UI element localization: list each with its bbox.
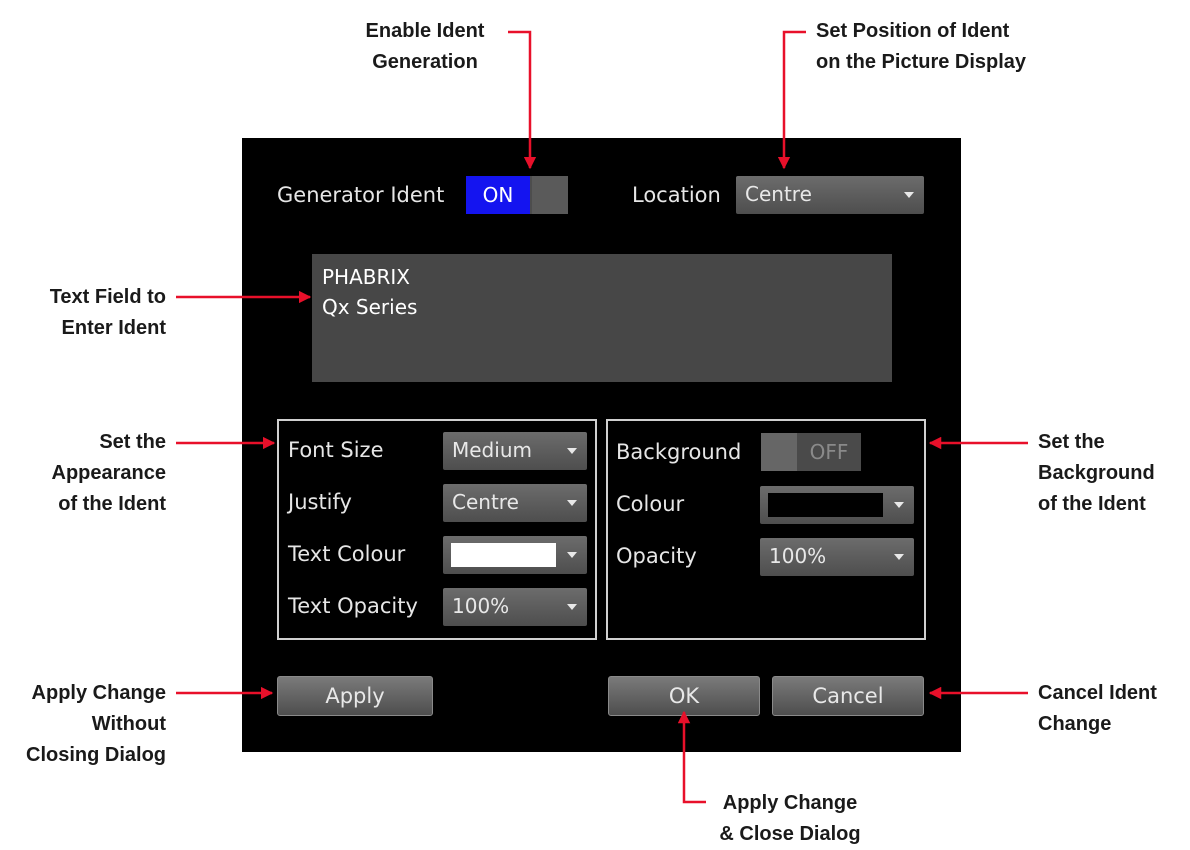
chevron-down-icon bbox=[904, 192, 914, 198]
opacity-label: Opacity bbox=[616, 544, 697, 568]
callout-background: Set the Background of the Ident bbox=[1038, 427, 1188, 520]
ident-dialog: Generator Ident ON Location Centre PHABR… bbox=[242, 138, 961, 752]
apply-button[interactable]: Apply bbox=[277, 676, 433, 716]
callout-text: of the Ident bbox=[1038, 493, 1146, 515]
callout-text: Enable Ident bbox=[365, 20, 485, 42]
location-value: Centre bbox=[745, 182, 812, 206]
text-colour-dropdown[interactable] bbox=[443, 536, 587, 574]
background-toggle[interactable]: OFF bbox=[761, 433, 861, 471]
text-opacity-label: Text Opacity bbox=[288, 594, 418, 618]
location-dropdown[interactable]: Centre bbox=[736, 176, 924, 214]
callout-text: Change bbox=[1038, 713, 1112, 735]
callout-text: Apply Change bbox=[722, 792, 858, 814]
location-label: Location bbox=[632, 183, 721, 207]
chevron-down-icon bbox=[894, 554, 904, 560]
callout-text-field: Text Field to Enter Ident bbox=[0, 282, 166, 344]
background-opacity-dropdown[interactable]: 100% bbox=[760, 538, 914, 576]
callout-text: Set the bbox=[1038, 431, 1105, 453]
chevron-down-icon bbox=[567, 604, 577, 610]
font-size-dropdown[interactable]: Medium bbox=[443, 432, 587, 470]
justify-dropdown[interactable]: Centre bbox=[443, 484, 587, 522]
callout-text: Background bbox=[1038, 462, 1155, 484]
callout-set-position: Set Position of Ident on the Picture Dis… bbox=[816, 16, 1116, 78]
text-colour-swatch bbox=[451, 543, 556, 567]
callout-text: Without bbox=[91, 713, 166, 735]
background-colour-swatch bbox=[768, 493, 883, 517]
callout-text: Generation bbox=[372, 51, 478, 73]
justify-label: Justify bbox=[288, 490, 352, 514]
toggle-knob bbox=[532, 176, 568, 214]
ident-text-line: PHABRIX bbox=[322, 265, 410, 289]
callout-text: of the Ident bbox=[58, 493, 166, 515]
callout-text: & Close Dialog bbox=[719, 823, 861, 845]
callout-ok: Apply Change & Close Dialog bbox=[700, 788, 880, 850]
callout-text: Apply Change bbox=[31, 682, 166, 704]
toggle-knob bbox=[761, 433, 797, 471]
background-opacity-value: 100% bbox=[769, 544, 827, 568]
justify-value: Centre bbox=[452, 490, 519, 514]
callout-cancel: Cancel Ident Change bbox=[1038, 678, 1188, 740]
generator-ident-label: Generator Ident bbox=[277, 183, 445, 207]
toggle-on-text: ON bbox=[466, 176, 530, 214]
callout-apply: Apply Change Without Closing Dialog bbox=[0, 678, 166, 771]
background-colour-dropdown[interactable] bbox=[760, 486, 914, 524]
text-colour-label: Text Colour bbox=[288, 542, 406, 566]
colour-label: Colour bbox=[616, 492, 685, 516]
chevron-down-icon bbox=[567, 552, 577, 558]
text-opacity-value: 100% bbox=[452, 594, 510, 618]
callout-text: Set Position of Ident bbox=[816, 20, 1010, 42]
callout-text: Set the bbox=[99, 431, 166, 453]
ident-text-line: Qx Series bbox=[322, 295, 418, 319]
text-opacity-dropdown[interactable]: 100% bbox=[443, 588, 587, 626]
background-label: Background bbox=[616, 440, 742, 464]
generator-ident-toggle[interactable]: ON bbox=[466, 176, 568, 214]
callout-text: on the Picture Display bbox=[816, 51, 1027, 73]
font-size-value: Medium bbox=[452, 438, 532, 462]
callout-appearance: Set the Appearance of the Ident bbox=[0, 427, 167, 520]
chevron-down-icon bbox=[567, 448, 577, 454]
chevron-down-icon bbox=[894, 502, 904, 508]
ident-text-field[interactable]: PHABRIX Qx Series bbox=[312, 254, 892, 382]
callout-text: Cancel Ident bbox=[1038, 682, 1157, 704]
cancel-button[interactable]: Cancel bbox=[772, 676, 924, 716]
callout-text: Enter Ident bbox=[61, 317, 166, 339]
chevron-down-icon bbox=[567, 500, 577, 506]
callout-text: Closing Dialog bbox=[26, 744, 166, 766]
callout-text: Appearance bbox=[51, 462, 167, 484]
callout-text: Text Field to bbox=[49, 286, 166, 308]
ok-button[interactable]: OK bbox=[608, 676, 760, 716]
toggle-off-text: OFF bbox=[797, 433, 861, 471]
font-size-label: Font Size bbox=[288, 438, 384, 462]
callout-enable-ident: Enable Ident Generation bbox=[340, 16, 510, 78]
